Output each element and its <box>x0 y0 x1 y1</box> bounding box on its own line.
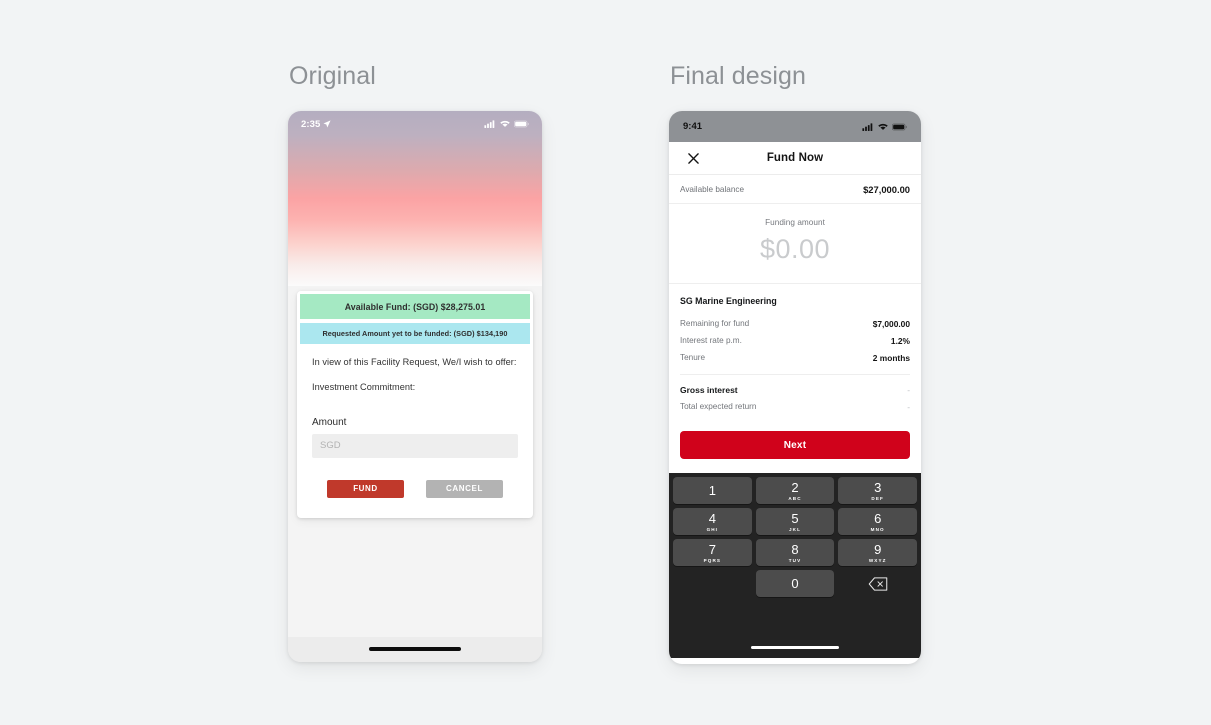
location-arrow-icon <box>323 120 332 128</box>
funding-amount-value[interactable]: $0.00 <box>669 234 921 265</box>
original-column-heading: Original <box>289 62 376 90</box>
deal-name: SG Marine Engineering <box>680 296 777 306</box>
detail-divider <box>680 374 910 375</box>
available-balance-label: Available balance <box>680 184 745 194</box>
cancel-button[interactable]: CANCEL <box>426 479 503 498</box>
original-phone-mockup: 2:35 Available Fund: (SGD) $28,275.01 Re… <box>288 111 542 662</box>
detail-label: Total expected return <box>680 402 757 411</box>
key-number: 6 <box>874 510 882 526</box>
detail-row: Total expected return - <box>680 398 910 415</box>
fund-button[interactable]: FUND <box>327 479 404 498</box>
available-fund-banner: Available Fund: (SGD) $28,275.01 <box>300 294 530 319</box>
keypad-row: 0 <box>673 570 917 597</box>
battery-icon <box>514 120 529 128</box>
detail-value: $7,000.00 <box>872 318 910 329</box>
funding-amount-block[interactable]: Funding amount $0.00 <box>669 204 921 284</box>
backspace-icon[interactable] <box>838 570 917 597</box>
original-status-bar: 2:35 <box>288 111 542 137</box>
keypad-key-2[interactable]: 2 ABC <box>755 477 835 504</box>
amount-input[interactable]: SGD <box>312 433 518 458</box>
keypad-row: 4 GHI 5 JKL 6 MNO <box>673 508 918 535</box>
key-letters: ABC <box>788 495 802 501</box>
cellular-signal-icon <box>484 120 495 128</box>
detail-label: Tenure <box>680 353 706 362</box>
key-number: 4 <box>708 510 716 526</box>
available-balance-row: Available balance $27,000.00 <box>669 175 921 204</box>
card-action-row: FUND CANCEL <box>312 479 518 498</box>
home-indicator[interactable] <box>751 645 839 650</box>
key-letters: DEF <box>871 495 884 501</box>
amount-label: Amount <box>312 416 347 428</box>
navigation-bar: Fund Now <box>669 142 921 175</box>
keypad-key-4[interactable]: 4 GHI <box>673 508 752 535</box>
status-bar-time: 2:35 <box>301 118 321 130</box>
key-number: 9 <box>874 541 882 557</box>
close-icon[interactable] <box>686 151 700 165</box>
key-number: 0 <box>791 576 799 591</box>
keypad-key-8[interactable]: 8 TUV <box>755 539 835 566</box>
page-root: Original Final design 2:35 Available Fun… <box>0 0 1211 725</box>
page-title: Fund Now <box>766 152 824 164</box>
facility-request-card: Available Fund: (SGD) $28,275.01 Request… <box>297 291 533 518</box>
key-number: 3 <box>874 479 882 495</box>
final-home-indicator-area <box>669 640 921 658</box>
key-number: 8 <box>791 541 799 557</box>
keypad-row: 1 2 ABC 3 DEF <box>673 477 918 504</box>
next-button-container: Next <box>669 415 921 473</box>
detail-label: Remaining for fund <box>680 319 750 328</box>
final-status-bar: 9:41 <box>669 111 921 142</box>
key-letters: JKL <box>789 526 801 532</box>
keypad-spacer <box>673 570 752 597</box>
keypad-key-6[interactable]: 6 MNO <box>838 508 918 535</box>
cellular-signal-icon <box>862 122 873 131</box>
key-number: 2 <box>791 479 799 495</box>
home-indicator[interactable] <box>369 646 461 651</box>
battery-icon <box>892 123 907 130</box>
requested-amount-banner: Requested Amount yet to be funded: (SGD)… <box>300 323 530 344</box>
available-balance-value: $27,000.00 <box>863 183 910 195</box>
keypad-row: 7 PQRS 8 TUV 9 WXYZ <box>673 539 918 566</box>
detail-row: Tenure 2 months <box>680 349 910 366</box>
next-button[interactable]: Next <box>680 431 910 459</box>
keypad-key-0[interactable]: 0 <box>755 570 835 597</box>
detail-value: 2 months <box>872 352 910 363</box>
detail-value: - <box>907 384 910 395</box>
detail-label: Interest rate p.m. <box>680 336 742 345</box>
key-number: 1 <box>708 483 716 498</box>
investment-commitment-paragraph: Investment Commitment: <box>312 382 416 393</box>
numeric-keypad: 1 2 ABC 3 DEF 4 GHI 5 JKL 6 MNO 7 PQRS 8… <box>669 473 921 658</box>
key-number: 5 <box>791 510 799 526</box>
wifi-icon <box>878 123 888 130</box>
final-design-phone-mockup: 9:41 Fund Now Available balance $27,000.… <box>669 111 921 664</box>
detail-value: - <box>907 401 910 412</box>
key-letters: GHI <box>706 526 719 532</box>
key-number: 7 <box>708 541 716 557</box>
status-bar-time: 9:41 <box>683 121 703 132</box>
key-letters: MNO <box>870 526 885 532</box>
detail-row: Gross interest - <box>680 381 910 398</box>
card-body: In view of this Facility Request, We/I w… <box>297 344 533 498</box>
keypad-key-7[interactable]: 7 PQRS <box>673 539 752 566</box>
key-letters: TUV <box>788 557 802 563</box>
gradient-background <box>288 111 542 286</box>
key-letters: PQRS <box>703 557 722 563</box>
detail-label: Gross interest <box>680 384 738 395</box>
key-letters: WXYZ <box>868 557 887 563</box>
final-design-column-heading: Final design <box>670 62 807 90</box>
facility-request-paragraph: In view of this Facility Request, We/I w… <box>312 357 517 367</box>
detail-row: Remaining for fund $7,000.00 <box>680 315 910 332</box>
keypad-key-3[interactable]: 3 DEF <box>838 477 918 504</box>
wifi-icon <box>500 120 510 127</box>
detail-value: 1.2% <box>890 335 910 346</box>
deal-details-block: SG Marine Engineering Remaining for fund… <box>669 284 921 415</box>
detail-row: Interest rate p.m. 1.2% <box>680 332 910 349</box>
keypad-key-5[interactable]: 5 JKL <box>755 508 835 535</box>
keypad-key-9[interactable]: 9 WXYZ <box>838 539 918 566</box>
funding-amount-label: Funding amount <box>765 218 825 227</box>
original-home-indicator-area <box>288 637 542 662</box>
keypad-key-1[interactable]: 1 <box>673 477 752 504</box>
